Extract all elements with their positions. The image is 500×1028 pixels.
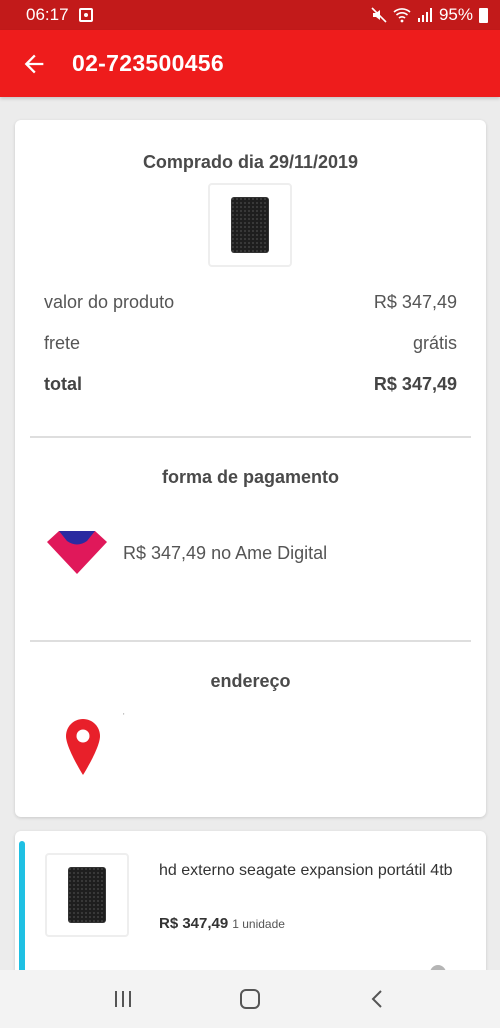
item-accent-bar — [19, 841, 25, 991]
shipping-row: frete grátis — [44, 333, 457, 354]
battery-percent: 95% — [438, 5, 473, 24]
nav-back-button[interactable] — [357, 979, 397, 1019]
hard-drive-image — [231, 197, 269, 253]
app-bar: 02-723500456 — [0, 30, 500, 97]
product-value-row: valor do produto R$ 347,49 — [44, 292, 457, 313]
home-icon — [239, 989, 260, 1009]
divider — [30, 640, 471, 642]
back-arrow-icon[interactable] — [20, 50, 48, 78]
recents-icon — [115, 991, 132, 1007]
recents-button[interactable] — [103, 979, 143, 1019]
status-icons: 95% — [371, 5, 488, 25]
total-row: total R$ 347,49 — [44, 374, 457, 395]
item-thumbnail — [45, 853, 129, 937]
address-text: ' — [123, 712, 125, 721]
item-name: hd externo seagate expansion portátil 4t… — [159, 862, 453, 879]
status-time: 06:17 — [26, 5, 69, 24]
page-title: 02-723500456 — [72, 50, 224, 76]
payment-description: R$ 347,49 no Ame Digital — [123, 543, 328, 563]
shipping-label: frete — [44, 333, 81, 353]
product-value-label: valor do produto — [44, 292, 175, 312]
ame-logo-icon — [47, 531, 107, 574]
item-quantity: 1 unidade — [232, 917, 285, 931]
divider — [30, 436, 471, 438]
home-button[interactable] — [230, 979, 270, 1019]
order-item-card[interactable]: hd externo seagate expansion portátil 4t… — [15, 831, 486, 991]
mute-icon — [371, 7, 387, 23]
signal-icon — [417, 8, 432, 22]
product-value-amount: R$ 347,49 — [373, 292, 457, 312]
shipping-value: grátis — [412, 333, 457, 353]
hard-drive-image — [68, 867, 106, 923]
system-nav-bar — [0, 970, 500, 1028]
notification-icon — [78, 8, 93, 22]
total-value: R$ 347,49 — [373, 374, 457, 394]
product-thumbnail — [208, 183, 292, 267]
item-price: R$ 347,49 — [159, 915, 229, 932]
status-bar: 06:17 95% — [0, 0, 500, 30]
location-pin-icon — [66, 719, 100, 775]
total-label: total — [44, 374, 82, 394]
nav-back-icon — [371, 990, 382, 1008]
address-section-title: endereço — [210, 671, 291, 691]
item-price-line: R$ 347,49 1 unidade — [159, 915, 285, 932]
wifi-icon — [393, 8, 411, 23]
purchase-date: Comprado dia 29/11/2019 — [142, 152, 359, 172]
battery-icon — [479, 7, 488, 23]
payment-section-title: forma de pagamento — [161, 467, 340, 487]
order-summary-card: Comprado dia 29/11/2019 valor do produto… — [15, 120, 486, 817]
